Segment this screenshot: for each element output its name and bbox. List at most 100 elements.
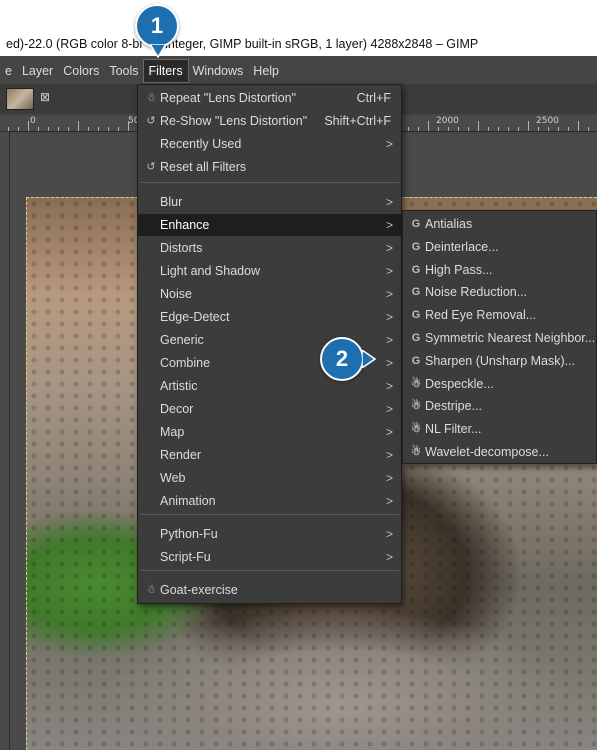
ruler-tick	[418, 127, 419, 131]
filter-plugin-icon: ↺	[146, 161, 156, 173]
filters-item-render[interactable]: Render >	[138, 444, 401, 466]
filters-item-generic[interactable]: Generic >	[138, 329, 401, 351]
filters-item-edge-detect[interactable]: Edge-Detect >	[138, 306, 401, 328]
chevron-right-icon: >	[385, 550, 393, 564]
chevron-right-icon: >	[385, 333, 393, 347]
menu-item-label: Noise Reduction...	[425, 285, 528, 300]
ruler-tick	[128, 121, 129, 131]
ruler-tick	[478, 121, 479, 131]
filters-item-web[interactable]: Web >	[138, 467, 401, 489]
enhance-item-destripe[interactable]: ☃ Destripe...	[403, 395, 596, 417]
filters-item-distorts[interactable]: Distorts >	[138, 237, 401, 259]
enhance-item-despeckle[interactable]: ☃ Despeckle...	[403, 373, 596, 395]
ruler-tick	[588, 127, 589, 131]
ruler-tick	[568, 127, 569, 131]
ruler-tick	[428, 121, 429, 131]
filters-item-animation[interactable]: Animation >	[138, 490, 401, 512]
menu-help[interactable]: Help	[248, 60, 284, 82]
image-tab-thumbnail[interactable]	[6, 88, 34, 110]
menu-item-label: Symmetric Nearest Neighbor...	[425, 331, 596, 345]
ruler-tick	[48, 127, 49, 131]
enhance-item-sharpen-unsharp-mask[interactable]: G Sharpen (Unsharp Mask)...	[403, 350, 596, 372]
gegl-icon: G	[411, 218, 421, 230]
callout-pointer-1	[150, 44, 166, 58]
filters-item-artistic[interactable]: Artistic >	[138, 375, 401, 397]
callout-step-1: 1	[135, 4, 179, 48]
filters-item-map[interactable]: Map >	[138, 421, 401, 443]
filter-plugin-icon: ☃	[146, 92, 156, 104]
menu-item-label: Red Eye Removal...	[425, 308, 537, 323]
menu-item-label: Blur	[160, 195, 183, 209]
menu-tools[interactable]: Tools	[104, 60, 143, 82]
filters-item-python-fu[interactable]: Python-Fu >	[138, 523, 401, 545]
menu-item-label: Decor	[160, 402, 194, 416]
gegl-icon: G	[411, 332, 421, 344]
ruler-tick	[88, 127, 89, 131]
ruler-tick	[488, 127, 489, 131]
chevron-right-icon: >	[385, 527, 393, 541]
gegl-icon: G	[411, 263, 421, 276]
filters-item-recently-used[interactable]: Recently Used >	[138, 133, 401, 155]
filters-item-blur[interactable]: Blur >	[138, 191, 401, 213]
menu-item-label: Re-Show "Lens Distortion"	[160, 114, 308, 128]
menu-filters[interactable]: Filters	[142, 59, 189, 83]
ruler-label: 2500	[536, 116, 559, 126]
filters-menu: ☃ Repeat "Lens Distortion" Ctrl+F ↺ Re-Show …	[137, 84, 402, 604]
filters-item-enhance[interactable]: Enhance >	[138, 214, 401, 236]
chevron-right-icon: >	[385, 379, 393, 393]
menu-item-label: Map	[160, 425, 185, 439]
menu-item-label: Goat-exercise	[160, 583, 238, 597]
chevron-right-icon: >	[385, 425, 393, 439]
filters-item-decor[interactable]: Decor >	[138, 398, 401, 420]
filters-item-goat-exercise[interactable]: ☃ Goat-exercise	[138, 579, 401, 601]
enhance-item-noise-reduction[interactable]: G Noise Reduction...	[403, 281, 596, 303]
menu-item-label: Distorts	[160, 241, 203, 255]
chevron-right-icon: >	[385, 494, 393, 508]
callout-pointer-2	[362, 350, 376, 368]
enhance-item-nl-filter[interactable]: ☃ NL Filter...	[403, 418, 596, 440]
menu-item-label: Despeckle...	[425, 376, 494, 391]
menu-edit[interactable]: e	[0, 60, 17, 82]
menu-item-label: Animation	[160, 494, 216, 508]
ruler-tick	[458, 127, 459, 131]
menu-separator	[140, 570, 399, 571]
menu-layer[interactable]: Layer	[17, 60, 58, 82]
enhance-item-high-pass[interactable]: G High Pass...	[403, 259, 596, 281]
close-icon[interactable]: ⊠	[38, 90, 52, 104]
menu-item-label: Edge-Detect	[160, 310, 230, 324]
menu-windows[interactable]: Windows	[188, 60, 249, 82]
menu-item-label: Wavelet-decompose...	[425, 445, 549, 459]
gegl-icon: G	[411, 240, 421, 253]
enhance-submenu: G Antialias G Deinterlace... G High Pass... G N…	[402, 210, 597, 464]
ruler-tick	[18, 127, 19, 131]
filters-item-noise[interactable]: Noise >	[138, 283, 401, 305]
ruler-tick	[468, 127, 469, 131]
filters-item-reset-all-filters[interactable]: ↺ Reset all Filters	[138, 156, 401, 178]
enhance-item-deinterlace[interactable]: G Deinterlace...	[403, 236, 596, 258]
enhance-item-wavelet-decompose[interactable]: ☃ Wavelet-decompose...	[403, 441, 596, 463]
ruler-tick	[108, 127, 109, 131]
filters-item-re-show-lens-distortion[interactable]: ↺ Re-Show "Lens Distortion" Shift+Ctrl+F	[138, 110, 401, 132]
ruler-tick	[98, 127, 99, 131]
menu-item-label: Generic	[160, 333, 204, 347]
filters-item-light-and-shadow[interactable]: Light and Shadow >	[138, 260, 401, 282]
menu-item-label: Web	[160, 471, 186, 485]
filters-item-repeat-lens-distortion[interactable]: ☃ Repeat "Lens Distortion" Ctrl+F	[138, 87, 401, 109]
ruler-tick	[408, 127, 409, 131]
menu-colors[interactable]: Colors	[58, 60, 104, 82]
enhance-item-symmetric-nearest-neighbor[interactable]: G Symmetric Nearest Neighbor...	[403, 327, 596, 349]
chevron-right-icon: >	[385, 218, 393, 232]
shortcut-label: Shift+Ctrl+F	[324, 114, 391, 128]
ruler-tick	[498, 127, 499, 131]
menu-item-label: Render	[160, 448, 201, 462]
chevron-right-icon: >	[385, 287, 393, 301]
ruler-tick	[438, 127, 439, 131]
ruler-tick	[518, 127, 519, 131]
menu-item-label: NL Filter...	[425, 422, 482, 437]
chevron-right-icon: >	[385, 195, 393, 209]
enhance-item-red-eye-removal[interactable]: G Red Eye Removal...	[403, 304, 596, 326]
menu-item-label: Enhance	[160, 218, 210, 232]
enhance-item-antialias[interactable]: G Antialias	[403, 213, 596, 235]
filters-item-script-fu[interactable]: Script-Fu >	[138, 546, 401, 568]
ruler-tick	[78, 121, 79, 131]
